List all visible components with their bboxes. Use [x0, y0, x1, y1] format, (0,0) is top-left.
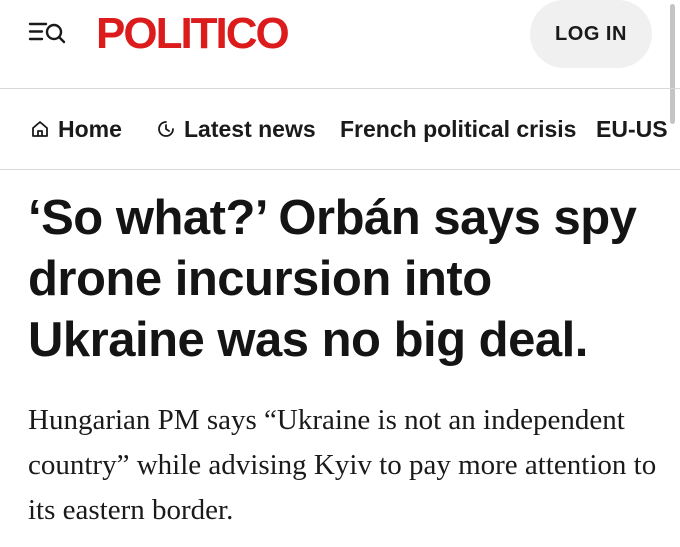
site-header: POLITICO LOG IN: [0, 0, 680, 88]
nav-item-latest-news[interactable]: Latest news: [156, 113, 316, 145]
nav-item-eu-us[interactable]: EU-US: [596, 113, 668, 145]
nav-item-home[interactable]: Home: [30, 113, 122, 145]
nav-item-label: EU-US: [596, 116, 668, 142]
nav-item-label: Latest news: [184, 116, 316, 142]
politico-logo[interactable]: POLITICO: [96, 8, 290, 60]
nav-item-french-political-crisis[interactable]: French political crisis: [340, 113, 576, 145]
section-nav: Home Latest news French political crisis…: [0, 89, 680, 169]
clock-icon: [158, 121, 174, 137]
home-icon: [32, 121, 48, 137]
nav-divider: [0, 169, 680, 170]
article-dek: Hungarian PM says “Ukraine is not an ind…: [28, 404, 657, 526]
nav-item-label: Home: [58, 116, 122, 142]
menu-search-icon[interactable]: [28, 18, 68, 46]
nav-item-label: French political crisis: [340, 116, 577, 142]
login-button[interactable]: LOG IN: [530, 0, 652, 68]
article-headline[interactable]: ‘So what?’ Orbán says spy drone incursio…: [28, 188, 668, 371]
